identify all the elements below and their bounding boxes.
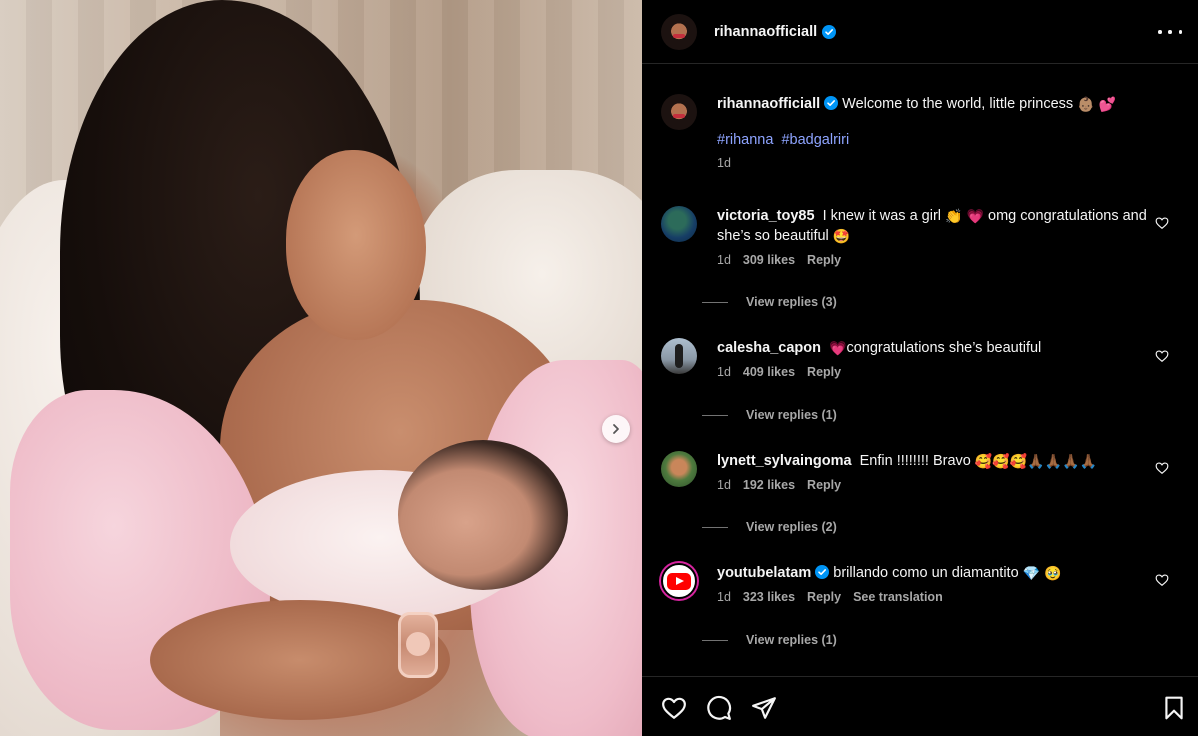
comment-text: brillando como un diamantito (833, 565, 1019, 581)
share-icon[interactable] (751, 695, 777, 721)
comment-time[interactable]: 1d (717, 478, 731, 492)
comment-text: congratulations she’s beautiful (846, 340, 1042, 356)
commenter-avatar[interactable] (661, 338, 697, 374)
caption-hashtags: #rihanna #badgalriri (717, 132, 1157, 148)
caption-username[interactable]: rihannaofficiall (717, 96, 820, 112)
heart-emoji: 💗 (829, 340, 847, 356)
post-photo[interactable] (0, 0, 642, 736)
youtube-logo-icon (667, 572, 691, 590)
carousel-next-button[interactable] (602, 415, 630, 443)
heart-icon[interactable] (661, 695, 687, 721)
comment-likes[interactable]: 323 likes (743, 590, 795, 604)
heart-icon[interactable] (1155, 573, 1169, 587)
comment-text: I knew it was a girl (822, 208, 942, 224)
heart-icon[interactable] (1155, 461, 1169, 475)
view-replies-label: View replies (2) (746, 520, 837, 534)
post-side-panel: rihannaofficiall rihannaofficiall Welcome… (642, 0, 1198, 736)
hashtag-link[interactable]: #badgalriri (781, 132, 849, 148)
commenter-avatar[interactable] (661, 563, 697, 599)
verified-badge-icon (822, 24, 837, 39)
view-replies-button[interactable]: View replies (2) (702, 520, 837, 534)
photo-baby-head (398, 440, 568, 590)
comment-username[interactable]: youtubelatam (717, 565, 811, 581)
comment-likes[interactable]: 409 likes (743, 365, 795, 379)
view-replies-button[interactable]: View replies (1) (702, 633, 837, 647)
caption-time[interactable]: 1d (717, 156, 731, 170)
comment-text: Enfin !!!!!!!! Bravo (859, 453, 971, 469)
comment-time[interactable]: 1d (717, 590, 731, 604)
commenter-avatar[interactable] (661, 206, 697, 242)
comments-list[interactable]: rihannaofficiall Welcome to the world, li… (642, 64, 1198, 676)
comment-likes[interactable]: 309 likes (743, 253, 795, 267)
view-replies-label: View replies (1) (746, 408, 837, 422)
reply-button[interactable]: Reply (807, 365, 841, 379)
view-replies-button[interactable]: View replies (3) (702, 295, 837, 309)
comment-username[interactable]: victoria_toy85 (717, 208, 815, 224)
hashtag-link[interactable]: #rihanna (717, 132, 773, 148)
heart-icon[interactable] (1155, 216, 1169, 230)
author-avatar[interactable] (661, 13, 697, 50)
comment-time[interactable]: 1d (717, 253, 731, 267)
clap-emoji: 👏 (945, 208, 963, 224)
comment-username[interactable]: lynett_sylvaingoma (717, 453, 852, 469)
heart-icon[interactable] (1155, 349, 1169, 363)
heart-emoji: 💗 (966, 208, 984, 224)
post-header: rihannaofficiall (642, 0, 1198, 64)
comment-icon[interactable] (706, 695, 732, 721)
holding-tears-emoji: 🥹 (1044, 565, 1062, 581)
more-horizontal-icon (1158, 30, 1162, 34)
reply-button[interactable]: Reply (807, 478, 841, 492)
reply-button[interactable]: Reply (807, 253, 841, 267)
comment-likes[interactable]: 192 likes (743, 478, 795, 492)
view-replies-label: View replies (1) (746, 633, 837, 647)
gem-emoji: 💎 (1022, 565, 1041, 581)
view-replies-button[interactable]: View replies (1) (702, 408, 837, 422)
bookmark-icon[interactable] (1161, 695, 1187, 721)
reply-button[interactable]: Reply (807, 590, 841, 604)
caption-text: Welcome to the world, little princess (842, 96, 1074, 112)
emoji-sequence: 🥰🥰🥰🙏🏾🙏🏾🙏🏾🙏🏾 (974, 453, 1097, 469)
comment-username[interactable]: calesha_capon (717, 340, 821, 356)
verified-badge-icon (815, 565, 830, 579)
more-options-button[interactable] (1158, 22, 1182, 42)
baby-emoji: 👶🏽 (1077, 96, 1095, 112)
photo-watch (398, 612, 438, 678)
caption-author-avatar[interactable] (661, 94, 697, 130)
author-username[interactable]: rihannaofficiall (714, 24, 817, 40)
star-eyes-emoji: 🤩 (832, 228, 851, 244)
commenter-avatar[interactable] (661, 451, 697, 487)
post-actions-bar (642, 676, 1198, 736)
photo-face (286, 150, 426, 340)
chevron-right-icon (613, 424, 619, 434)
see-translation-button[interactable]: See translation (853, 590, 943, 604)
comment-time[interactable]: 1d (717, 365, 731, 379)
verified-badge-icon (824, 96, 839, 110)
view-replies-label: View replies (3) (746, 295, 837, 309)
two-hearts-emoji: 💕 (1098, 96, 1117, 112)
